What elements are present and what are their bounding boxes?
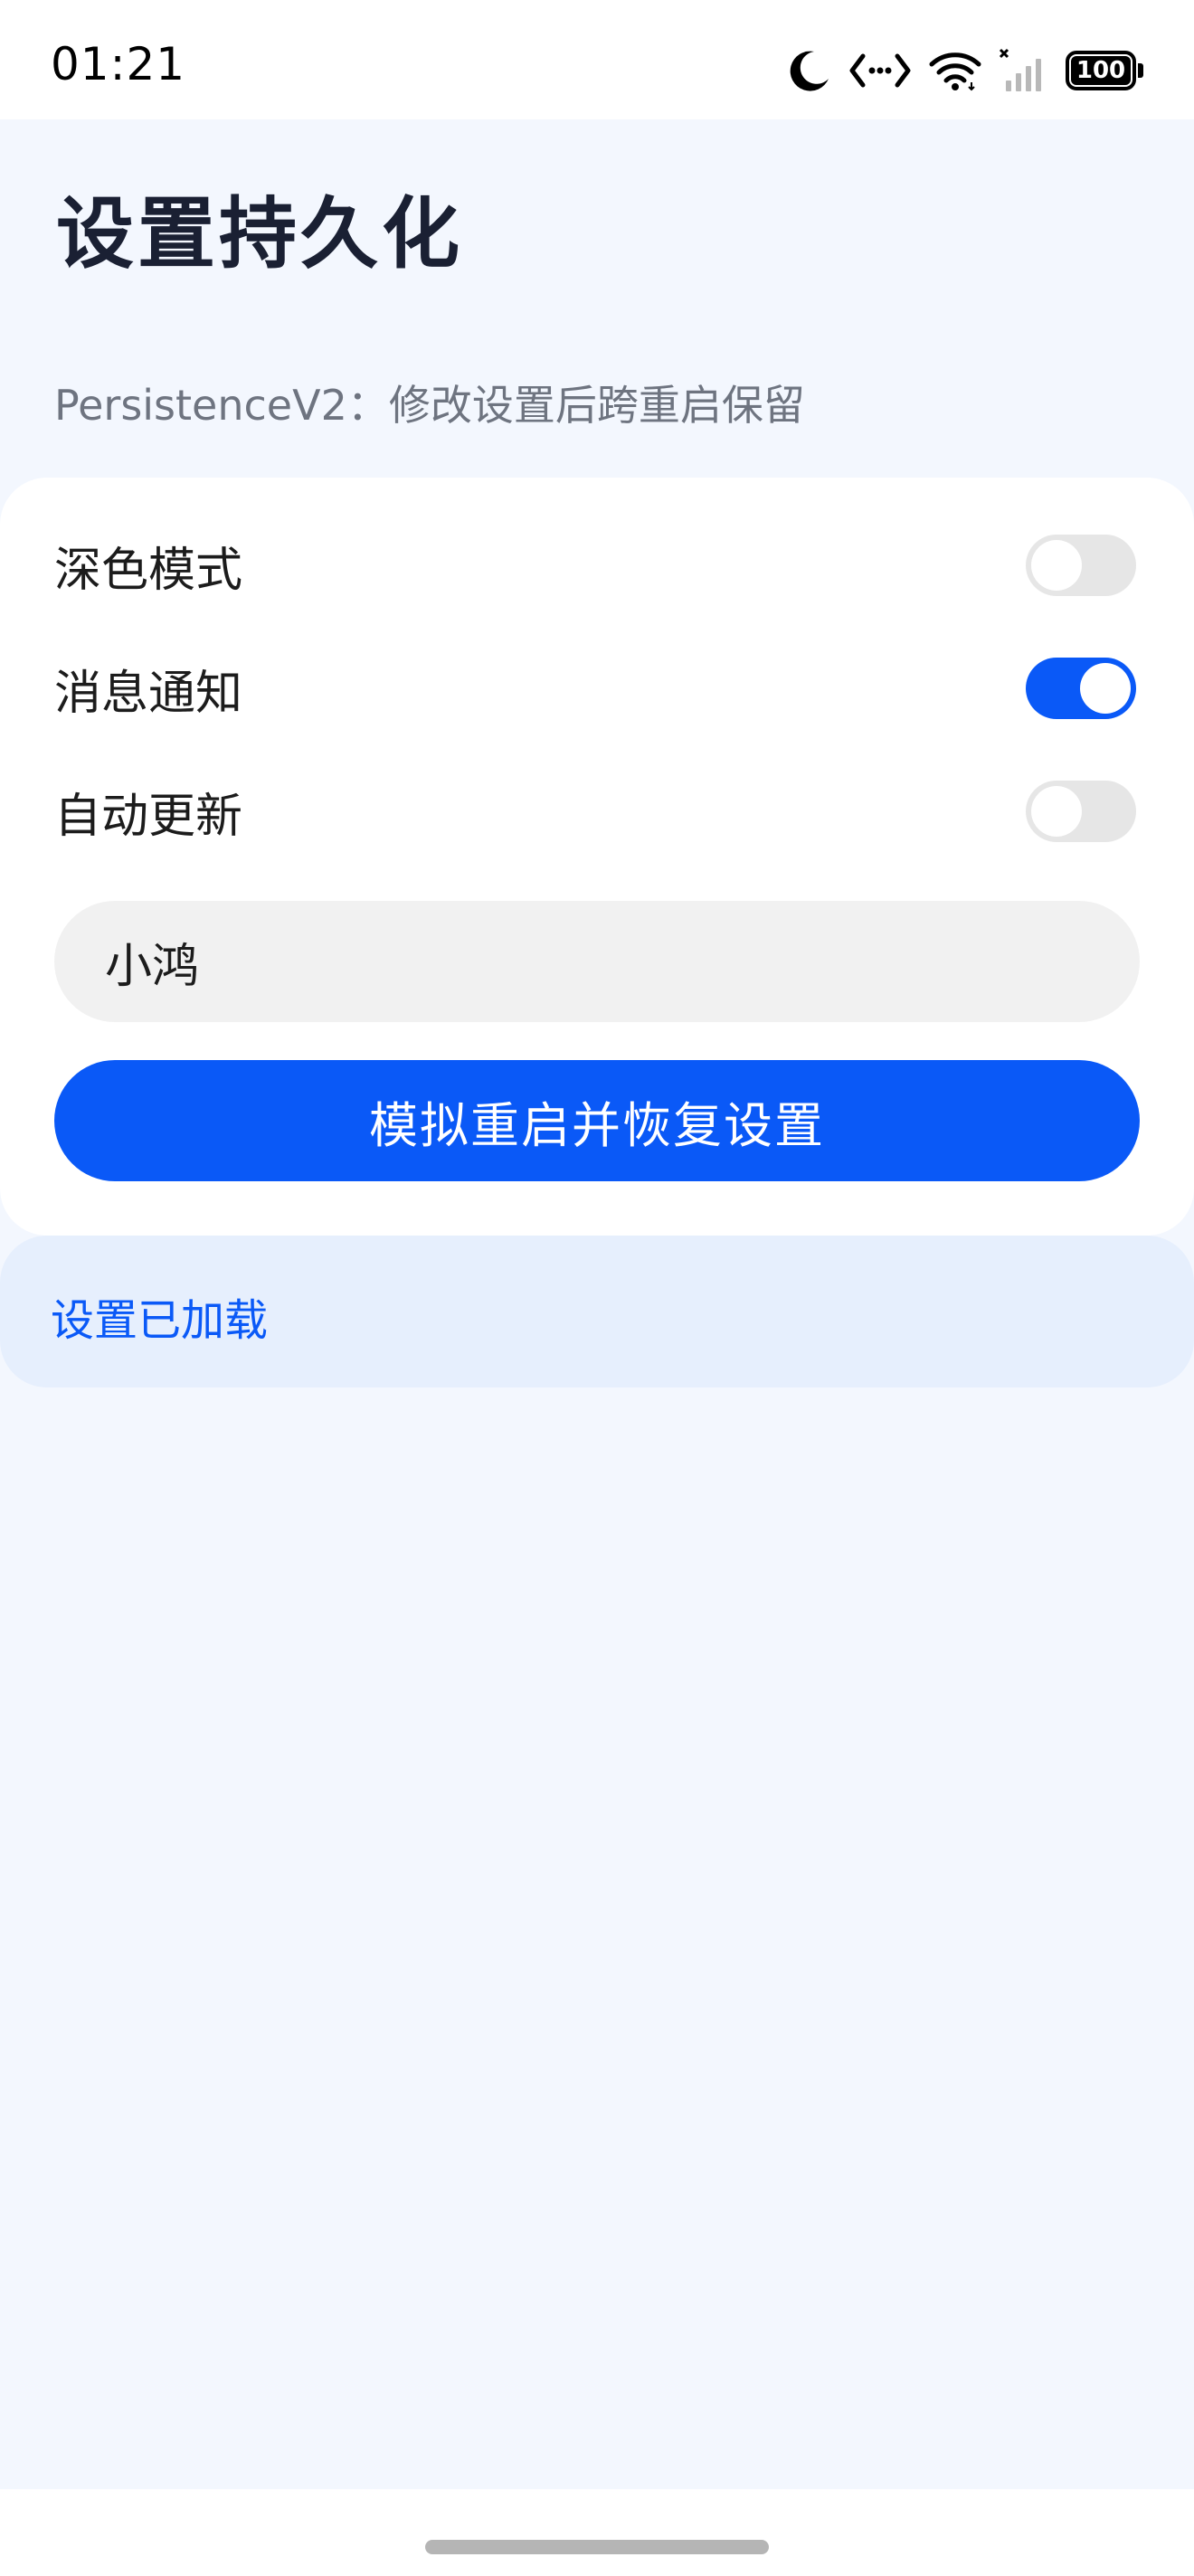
- status-message: 设置已加载: [51, 1295, 269, 1346]
- toggle-knob: [1031, 786, 1082, 837]
- status-icons: 100: [787, 43, 1143, 98]
- page-title: 设置持久化: [56, 189, 463, 279]
- battery-icon: 100: [1066, 51, 1143, 90]
- toggle-knob: [1080, 663, 1131, 714]
- moon-icon: [790, 51, 829, 91]
- name-input[interactable]: 小鸿: [54, 901, 1140, 1022]
- setting-label-dark-mode: 深色模式: [54, 543, 243, 598]
- toggle-knob: [1031, 540, 1082, 591]
- home-indicator[interactable]: [425, 2540, 769, 2554]
- page-subtitle: PersistenceV2：修改设置后跨重启保留: [54, 381, 805, 430]
- cellular-signal-icon: [999, 48, 1041, 91]
- auto-update-toggle[interactable]: [1026, 781, 1136, 842]
- battery-level: 100: [1076, 57, 1126, 84]
- dark-mode-toggle[interactable]: [1026, 535, 1136, 596]
- setting-row-dark-mode: 深色模式: [54, 525, 1136, 606]
- network-sync-icon: [849, 53, 911, 88]
- setting-label-notifications: 消息通知: [54, 666, 243, 721]
- setting-row-notifications: 消息通知: [54, 648, 1136, 729]
- wifi-icon: [929, 52, 981, 91]
- setting-label-auto-update: 自动更新: [54, 789, 243, 844]
- status-time: 01:21: [51, 38, 186, 90]
- bottom-bar: [0, 2489, 1194, 2576]
- notifications-toggle[interactable]: [1026, 658, 1136, 719]
- restore-settings-button[interactable]: 模拟重启并恢复设置: [54, 1060, 1140, 1181]
- status-box: 设置已加载: [0, 1236, 1194, 1387]
- status-bar: 01:21 100: [0, 0, 1194, 119]
- setting-row-auto-update: 自动更新: [54, 771, 1136, 852]
